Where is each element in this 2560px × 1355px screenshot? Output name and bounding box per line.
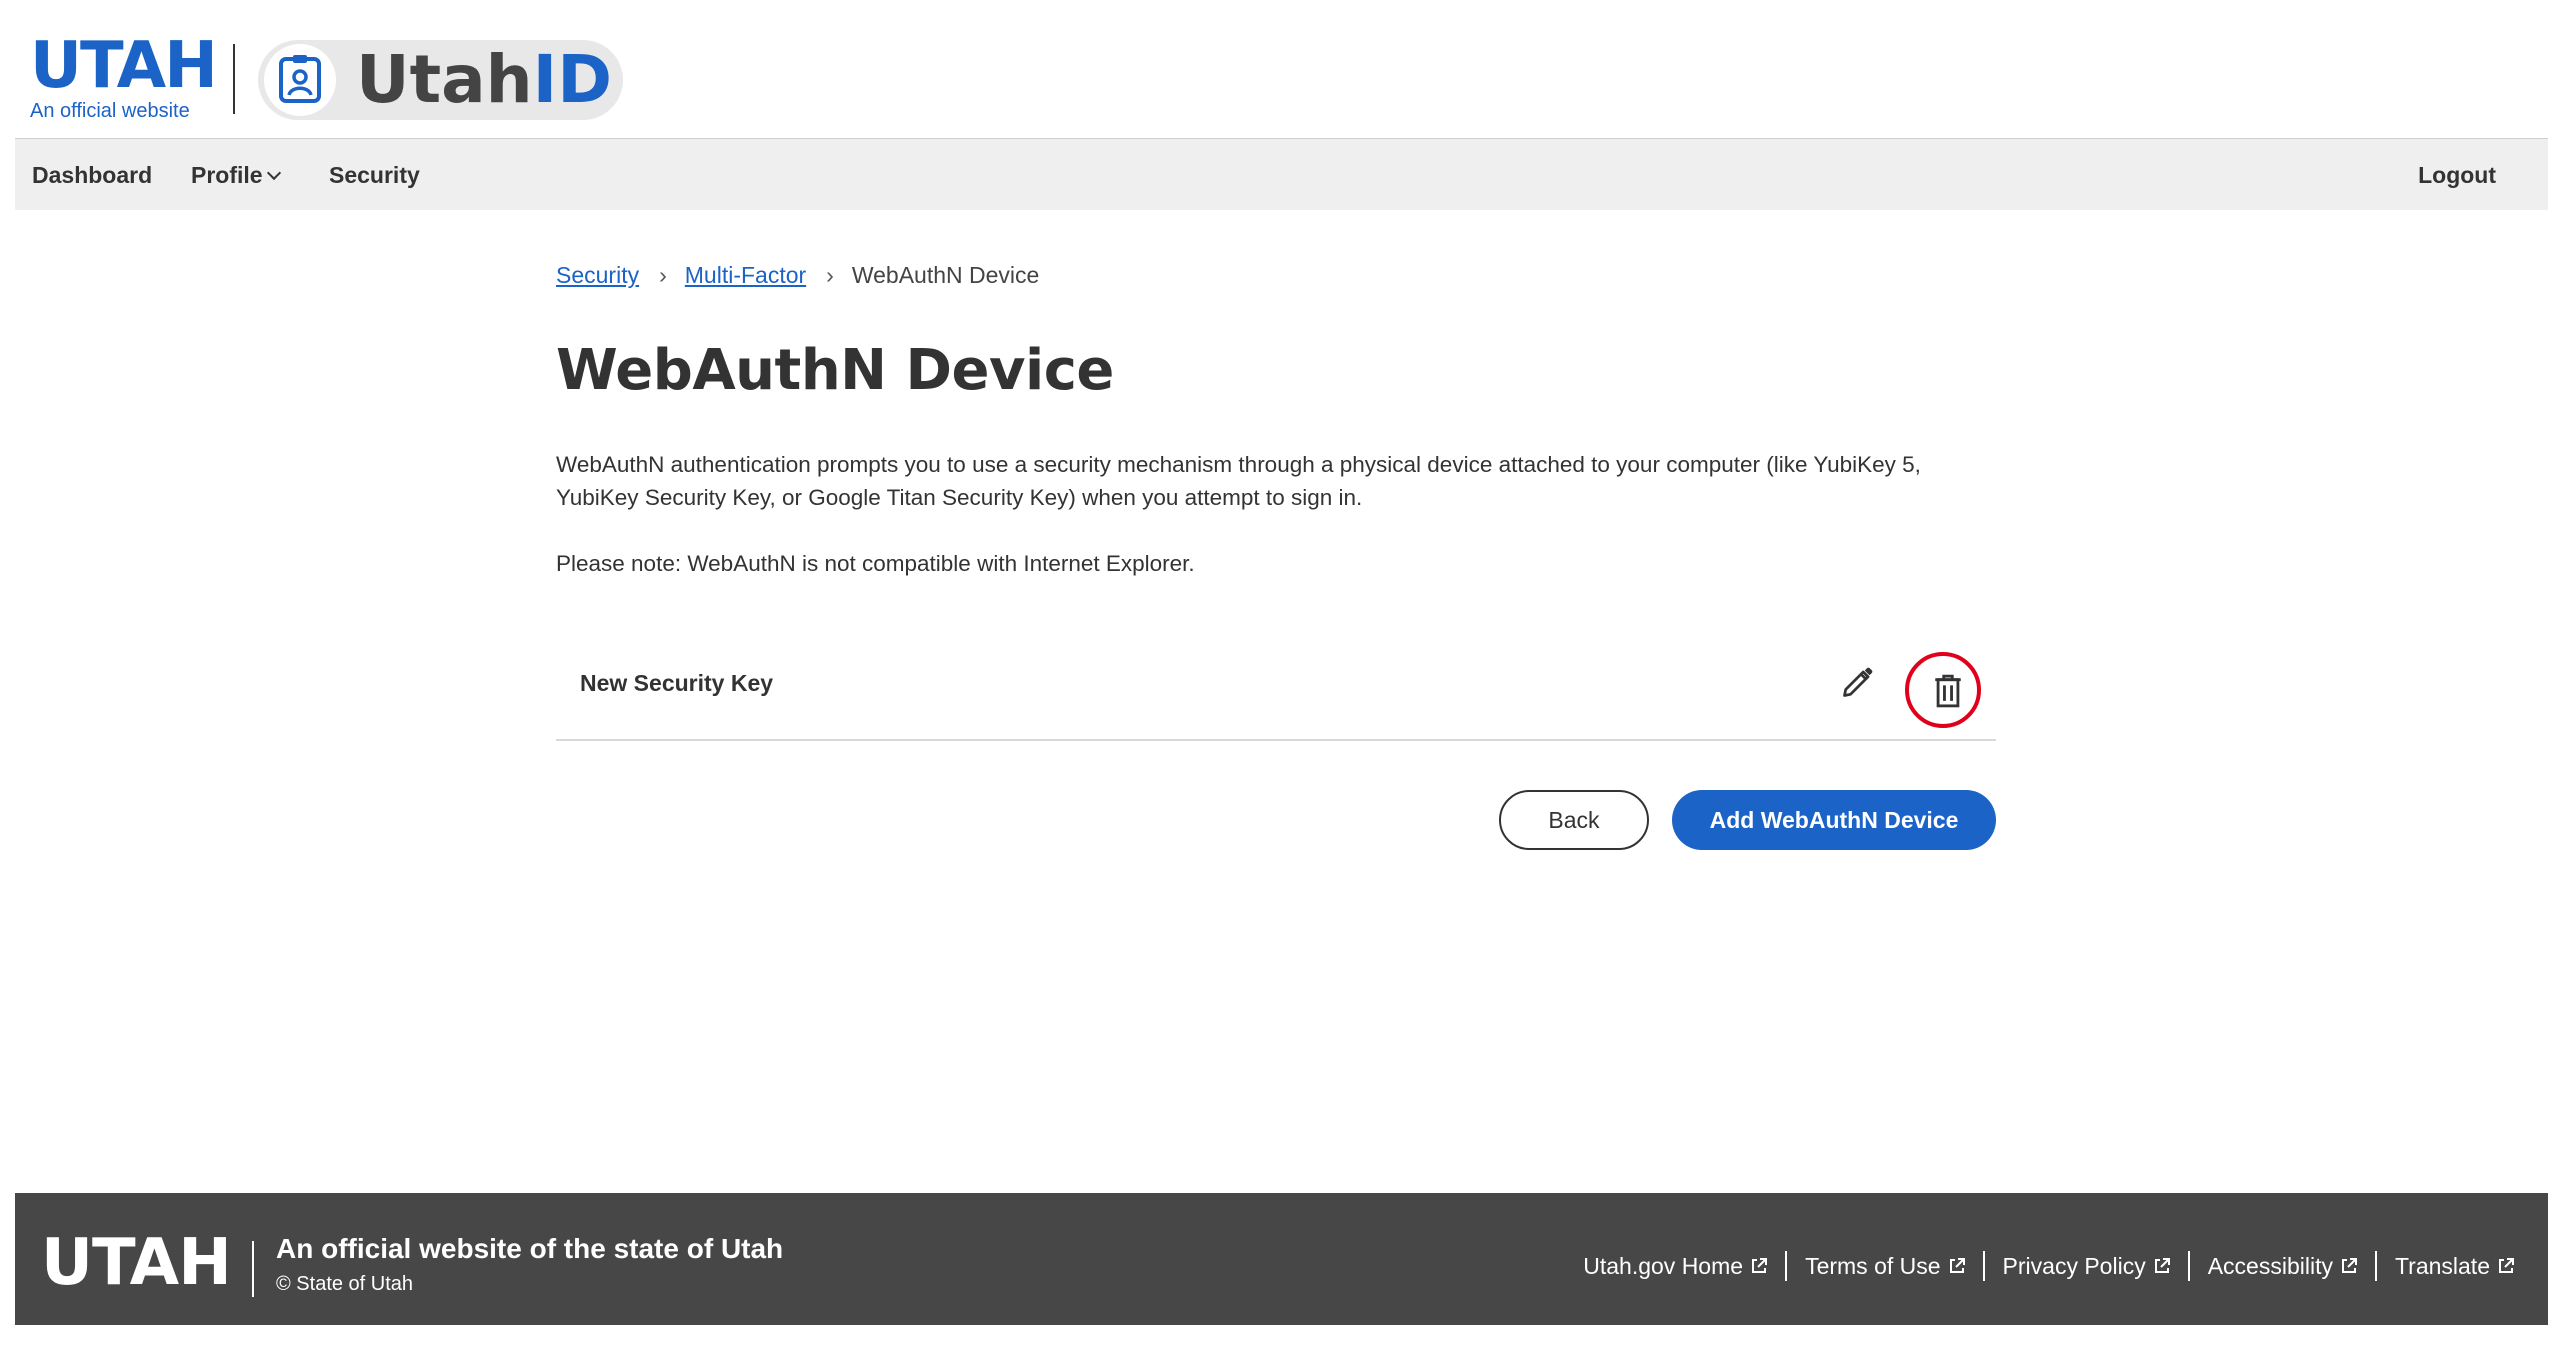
footer-link-separator [2187,1251,2190,1281]
add-webauthn-device-button[interactable]: Add WebAuthN Device [1672,790,1996,850]
breadcrumb-security[interactable]: Security [556,262,639,288]
breadcrumb-separator: › [826,262,834,288]
external-link-icon [1752,1258,1768,1273]
utah-logo[interactable]: UTAH An official website [30,29,218,122]
footer-link-label: Utah.gov Home [1583,1252,1744,1279]
nav-security[interactable]: Security [329,139,420,211]
utah-logo-word: UTAH [30,29,218,103]
main-nav: Dashboard Profile Security Logout [15,138,2548,210]
footer-copyright: © State of Utah [276,1273,414,1295]
footer-link-label: Accessibility [2207,1252,2333,1279]
external-link-icon [1949,1258,1965,1273]
device-row: New Security Key [556,630,1996,741]
official-website-label: An official website [30,100,190,122]
breadcrumb-current: WebAuthN Device [851,262,1040,288]
external-link-icon [2341,1258,2357,1273]
page-description: WebAuthN authentication prompts you to u… [556,452,1921,510]
nav-profile-label: Profile [191,162,263,188]
footer-link-privacy-policy[interactable]: Privacy Policy [2003,1253,2170,1280]
utahid-logo[interactable]: UtahID [258,40,623,120]
nav-logout[interactable]: Logout [2418,139,2496,211]
breadcrumb-separator: › [659,262,667,288]
back-button[interactable]: Back [1499,790,1649,850]
breadcrumb: Security › Multi-Factor › WebAuthN Device [556,262,1039,289]
footer-utah-logo[interactable]: UTAH [41,1231,232,1295]
footer-link-separator [1785,1251,1788,1281]
chevron-down-icon [266,165,281,181]
compatibility-note: Please note: WebAuthN is not compatible … [556,551,1195,576]
header-divider [233,44,235,114]
pencil-icon [1843,667,1873,697]
breadcrumb-multi-factor[interactable]: Multi-Factor [685,262,806,288]
external-link-icon [2499,1258,2514,1273]
footer-link-accessibility[interactable]: Accessibility [2208,1253,2357,1280]
site-footer: UTAH An official website of the state of… [15,1193,2548,1325]
footer-link-translate[interactable]: Translate [2395,1253,2514,1280]
id-badge-icon [264,44,336,116]
footer-link-separator [1982,1251,1985,1281]
footer-divider [252,1241,254,1297]
action-buttons: Back Add WebAuthN Device [556,790,1996,850]
footer-links: Utah.gov Home Terms of Use Privacy Polic… [1583,1251,2514,1281]
nav-profile[interactable]: Profile [191,139,281,211]
footer-official-text: An official website of the state of Utah [276,1233,784,1264]
external-link-icon [2154,1258,2170,1273]
utahid-wordmark-id: ID [532,41,613,118]
footer-link-utah-gov-home[interactable]: Utah.gov Home [1583,1252,1768,1280]
footer-link-separator [2374,1251,2377,1281]
footer-link-terms-of-use[interactable]: Terms of Use [1805,1252,1965,1280]
device-name: New Security Key [580,670,774,696]
page-title: WebAuthN Device [556,338,1114,403]
nav-dashboard[interactable]: Dashboard [32,139,152,211]
footer-link-label: Privacy Policy [2002,1252,2146,1279]
utahid-wordmark: UtahID [356,45,612,115]
footer-link-label: Translate [2394,1252,2490,1279]
highlight-circle [1905,652,1981,728]
site-header: UTAH An official website UtahID [0,0,2560,138]
utahid-wordmark-utah: Utah [356,41,533,118]
footer-link-label: Terms of Use [1805,1252,1941,1279]
edit-device-button[interactable] [1838,662,1878,702]
